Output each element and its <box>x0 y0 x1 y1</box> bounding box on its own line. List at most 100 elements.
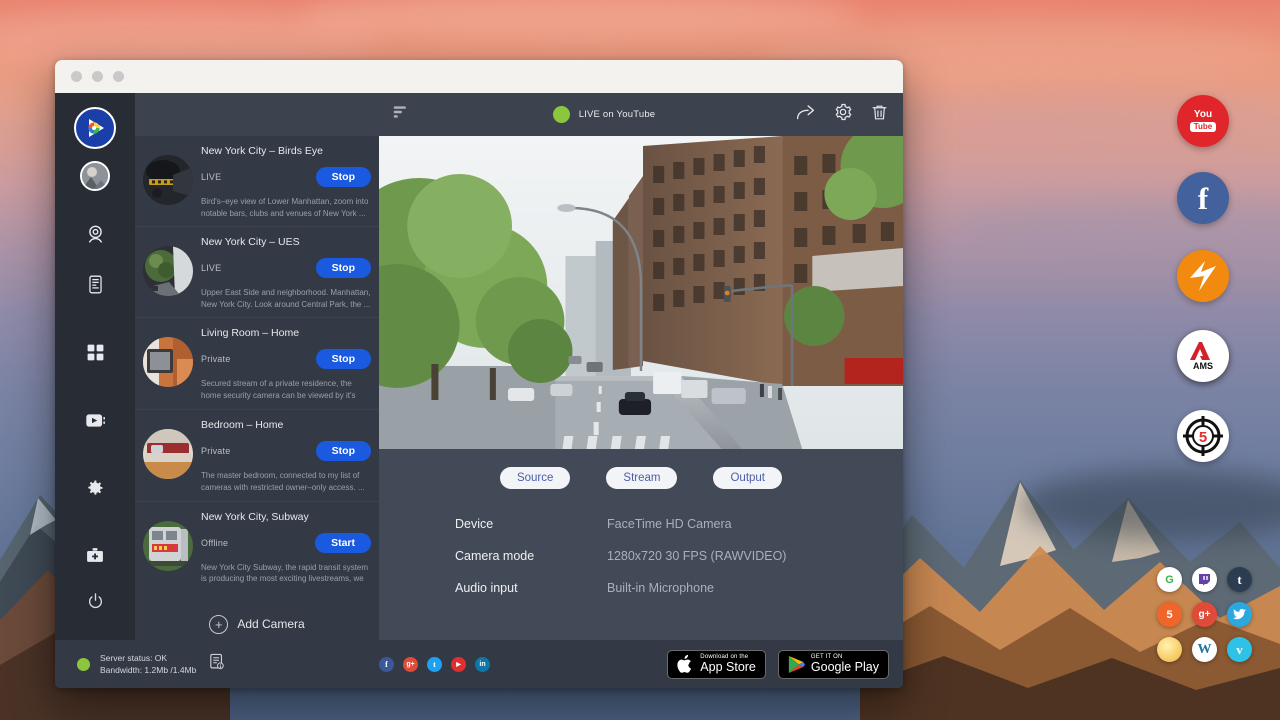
adobe-ams-dock-icon[interactable]: AMS <box>1177 330 1229 382</box>
sidebar-item-dashboard[interactable] <box>78 335 112 369</box>
grid-icon <box>86 343 105 362</box>
live-status-label: LIVE on YouTube <box>579 109 656 120</box>
camera-toggle-button[interactable]: Stop <box>316 349 371 369</box>
grabyo-icon[interactable]: G <box>1157 567 1182 592</box>
tab-output[interactable]: Output <box>713 467 782 489</box>
sidebar-item-power[interactable] <box>86 592 105 616</box>
facebook-link[interactable]: f <box>379 657 394 672</box>
camera-status: Private <box>201 354 316 364</box>
trash-icon <box>870 103 889 122</box>
video-player-icon <box>85 410 106 431</box>
detail-value[interactable]: FaceTime HD Camera <box>607 517 732 531</box>
camera-list-item[interactable]: Living Room – Home Private Stop Secured … <box>135 318 379 410</box>
status-bar: Server status: OK Bandwidth: 1.2Mb /1.4M… <box>55 640 903 688</box>
camera-thumbnail <box>143 337 193 387</box>
detail-value[interactable]: Built-in Microphone <box>607 581 714 595</box>
app-store-badge[interactable]: Download on the App Store <box>667 650 766 679</box>
sort-list-glyph-icon <box>393 104 409 120</box>
camera-list-panel: New York City – Birds Eye LIVE Stop Bird… <box>135 93 379 640</box>
twitch-glyph-icon <box>1198 573 1211 586</box>
camera-toggle-button[interactable]: Start <box>315 533 371 553</box>
target-five-icon[interactable]: 5 <box>1177 410 1229 462</box>
tumblr-icon[interactable]: t <box>1227 567 1252 592</box>
window-close-button[interactable] <box>71 71 82 82</box>
plus-icon: + <box>209 615 228 634</box>
user-avatar-icon <box>82 163 108 189</box>
camera-list-item[interactable]: New York City – UES LIVE Stop Upper East… <box>135 227 379 318</box>
video-frame-nyc-street <box>379 136 903 449</box>
document-log-icon <box>208 653 225 670</box>
linkedin-link[interactable]: in <box>475 657 490 672</box>
wowza-icon[interactable] <box>1177 250 1229 302</box>
log-button[interactable] <box>208 653 225 675</box>
sidebar-item-toolbox[interactable] <box>78 539 112 573</box>
webcam-icon <box>85 224 106 245</box>
detail-label: Device <box>455 517 607 531</box>
twitter-link[interactable]: t <box>427 657 442 672</box>
sidebar-item-settings[interactable] <box>78 471 112 505</box>
camera-description: Upper East Side and neighborhood. Manhat… <box>201 287 371 310</box>
bandwidth-text: Bandwidth: 1.2Mb /1.4Mb <box>100 664 196 676</box>
social-links: f g+ t ▶ in <box>379 657 490 672</box>
thumbnail-birds-eye <box>143 155 193 205</box>
livestream-icon[interactable]: 5 <box>1157 602 1182 627</box>
cloud <box>950 200 1280 252</box>
youtube-icon[interactable]: You Tube <box>1177 95 1229 147</box>
thumbnail-living-room <box>143 337 193 387</box>
sidebar-item-player[interactable] <box>78 403 112 437</box>
camera-list-item[interactable]: New York City, Subway Offline Start New … <box>135 502 379 593</box>
camera-status: Offline <box>201 538 315 548</box>
sun-icon[interactable] <box>1157 637 1182 662</box>
camera-toggle-button[interactable]: Stop <box>316 167 371 187</box>
google-play-badge[interactable]: GET IT ON Google Play <box>778 650 889 679</box>
camera-title: Living Room – Home <box>201 327 371 339</box>
camera-status: LIVE <box>201 172 316 182</box>
camera-list[interactable]: New York City – Birds Eye LIVE Stop Bird… <box>135 136 379 640</box>
crosshair-icon: 5 <box>1181 414 1225 458</box>
main-panel: LIVE on YouTube <box>379 93 903 640</box>
window-minimize-button[interactable] <box>92 71 103 82</box>
play-logo-icon <box>82 115 108 141</box>
facebook-icon[interactable]: f <box>1177 172 1229 224</box>
sidebar-item-mobile-device[interactable] <box>78 267 112 301</box>
desktop-background: You Tube f AMS 5 G <box>0 0 1280 720</box>
sidebar <box>55 93 135 640</box>
camera-title: New York City, Subway <box>201 511 371 523</box>
google-play-logo-icon <box>788 655 805 674</box>
settings-button[interactable] <box>833 102 853 127</box>
camera-list-item[interactable]: Bedroom – Home Private Stop The master b… <box>135 410 379 501</box>
youtube-link[interactable]: ▶ <box>451 657 466 672</box>
add-camera-button[interactable]: + Add Camera <box>135 593 379 634</box>
toolbar: LIVE on YouTube <box>379 93 903 136</box>
app-logo[interactable] <box>74 107 116 149</box>
camera-list-item[interactable]: New York City – Birds Eye LIVE Stop Bird… <box>135 136 379 227</box>
detail-row-audio-input: Audio input Built-in Microphone <box>455 581 903 595</box>
share-button[interactable] <box>795 102 816 128</box>
tab-source[interactable]: Source <box>500 467 570 489</box>
camera-toggle-button[interactable]: Stop <box>316 441 371 461</box>
adobe-a-icon <box>1190 342 1216 360</box>
camera-toggle-button[interactable]: Stop <box>316 258 371 278</box>
sidebar-item-avatar[interactable] <box>80 161 110 191</box>
wordpress-icon[interactable]: W <box>1192 637 1217 662</box>
detail-value[interactable]: 1280x720 30 FPS (RAWVIDEO) <box>607 549 786 563</box>
sidebar-item-webcam[interactable] <box>78 217 112 251</box>
google-plus-icon[interactable]: g+ <box>1192 602 1217 627</box>
apple-logo-icon <box>677 654 694 674</box>
sort-list-icon[interactable] <box>393 104 409 125</box>
twitch-icon[interactable] <box>1192 567 1217 592</box>
window-titlebar <box>55 60 903 93</box>
tab-stream[interactable]: Stream <box>606 467 677 489</box>
camera-thumbnail <box>143 246 193 296</box>
server-status-indicator <box>77 658 90 671</box>
video-preview[interactable] <box>379 136 903 449</box>
gear-icon <box>85 478 105 498</box>
delete-button[interactable] <box>870 103 889 127</box>
gear-icon <box>833 102 853 122</box>
google-plus-link[interactable]: g+ <box>403 657 418 672</box>
window-maximize-button[interactable] <box>113 71 124 82</box>
vimeo-icon[interactable]: v <box>1227 637 1252 662</box>
camera-title: New York City – UES <box>201 236 371 248</box>
twitter-icon[interactable] <box>1227 602 1252 627</box>
store-badges: Download on the App Store GET IT ON Goog… <box>667 650 889 679</box>
